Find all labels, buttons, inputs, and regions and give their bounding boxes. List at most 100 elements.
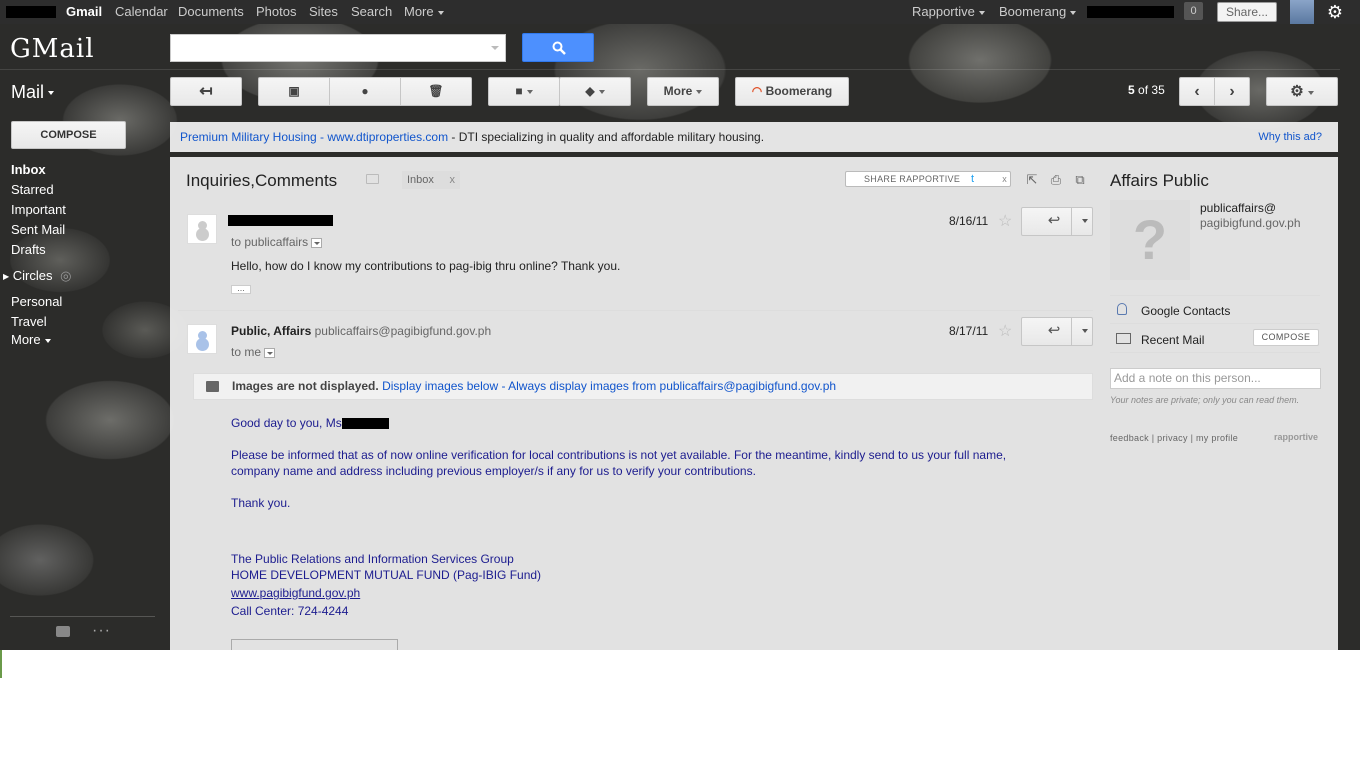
share-button[interactable]: Share... [1217,2,1277,22]
redacted-sender-name [228,215,333,226]
settings-button[interactable]: ⚙ [1266,77,1338,106]
inbox-label-chip[interactable]: Inbox x [402,171,460,189]
sidebar-item-sent-mail[interactable]: Sent Mail [11,222,65,237]
show-trimmed-content-button[interactable]: ... [231,284,251,294]
sidebar-item-personal[interactable]: Personal [11,294,62,309]
image-icon [206,381,219,392]
chevron-down-icon [1070,10,1077,15]
contact-note-input[interactable]: Add a note on this person... [1110,368,1321,389]
sidebar-item-more[interactable]: More [11,332,51,347]
topbar-calendar-link[interactable]: Calendar [115,4,168,19]
move-to-button[interactable]: ■ [488,77,560,106]
labels-button[interactable]: ◆ [559,77,631,106]
notification-count-badge[interactable]: 0 [1184,2,1203,20]
sender-avatar [187,214,217,244]
newer-button[interactable]: ‹ [1179,77,1215,106]
options-gear-icon[interactable]: ⚙ [1324,2,1346,22]
chevron-down-icon [1307,90,1314,95]
more-options-icon[interactable]: ··· [92,622,111,640]
redacted-recipient-name [341,418,389,430]
older-button[interactable]: › [1214,77,1250,106]
rapportive-compose-button[interactable]: COMPOSE [1253,329,1319,346]
circles-label: Circles [12,268,53,283]
topbar-more-menu[interactable]: More [404,4,444,19]
delete-button[interactable]: 🗑 [400,77,472,106]
sender-name[interactable]: Public, Affairs [231,324,311,338]
boomerang-button-label: Boomerang [765,84,833,98]
reply-button[interactable]: ↩ [1021,207,1093,236]
back-to-inbox-button[interactable]: ↤ [170,77,242,106]
account-avatar[interactable] [1290,0,1314,24]
paging-total: 35 [1151,83,1165,97]
inbox-label-text: Inbox [407,174,434,186]
recent-mail-label[interactable]: Recent Mail [1141,333,1204,347]
topbar-sites-link[interactable]: Sites [309,4,338,19]
sidebar-item-starred[interactable]: Starred [11,182,54,197]
ad-domain-link[interactable]: www.dtiproperties.com [327,130,448,144]
share-rapportive-label: SHARE RAPPORTIVE [864,174,961,184]
sidebar-item-drafts[interactable]: Drafts [11,242,46,257]
signature-website-link[interactable]: www.pagibigfund.gov.ph [231,586,360,600]
star-icon[interactable]: ☆ [998,321,1012,341]
twitter-icon[interactable]: t [971,172,974,186]
share-rapportive-bar[interactable]: SHARE RAPPORTIVE t x [845,171,1011,187]
chevron-down-icon [696,89,703,94]
contact-email-line2[interactable]: pagibigfund.gov.ph [1200,216,1301,230]
sidebar-item-travel[interactable]: Travel [11,314,47,329]
topbar-photos-link[interactable]: Photos [256,4,296,19]
rapportive-divider [1110,352,1320,353]
more-actions-button[interactable]: More [647,77,719,106]
topbar-search-link[interactable]: Search [351,4,392,19]
label-icon[interactable] [366,174,379,184]
expand-triangle-icon: ▶ [3,272,10,282]
topbar-boomerang-menu[interactable]: Boomerang [999,4,1077,19]
topbar-documents-link[interactable]: Documents [178,4,244,19]
show-details-dropdown-icon[interactable] [311,237,323,248]
print-icon[interactable]: ⎙ [1048,173,1064,187]
more-actions-label: More [663,84,693,98]
topbar-rapportive-menu[interactable]: Rapportive [912,4,985,19]
display-images-below-link[interactable]: Display images below [382,379,498,393]
boomerang-logo-icon: ◠ [751,84,763,98]
new-window-icon[interactable]: ⧉ [1072,173,1088,187]
ad-title-link[interactable]: Premium Military Housing [180,130,317,144]
more-reply-options-icon[interactable] [1082,219,1088,223]
contact-name: Affairs Public [1110,171,1209,190]
sidebar-item-important[interactable]: Important [11,202,66,217]
archive-button[interactable]: ▣ [258,77,330,106]
star-icon[interactable]: ☆ [998,211,1012,231]
why-this-ad-link[interactable]: Why this ad? [1258,122,1322,152]
google-contacts-label[interactable]: Google Contacts [1141,304,1230,318]
chat-icon[interactable] [56,626,70,637]
mail-switcher[interactable]: Mail [11,82,55,103]
remove-label-icon[interactable]: x [450,171,456,189]
topbar-gmail-link[interactable]: Gmail [66,4,102,19]
rapportive-divider [1110,323,1320,324]
search-button[interactable] [522,33,594,62]
reply-button-divider [1071,208,1072,235]
rapportive-footer-links[interactable]: feedback | privacy | my profile [1110,433,1238,443]
show-details-dropdown-icon[interactable] [264,347,276,358]
boomerang-button[interactable]: ◠ Boomerang [735,77,849,106]
reply-button[interactable]: ↩ [1021,317,1093,346]
body-paragraph-line1: Please be informed that as of now online… [231,448,1007,462]
expand-all-icon[interactable]: ⇱ [1024,173,1040,187]
sidebar-more-label: More [11,332,41,347]
sidebar-item-inbox[interactable]: Inbox [11,162,46,177]
sidebar-item-circles[interactable]: ▶ Circles ◎ [3,268,71,284]
contact-email-line1[interactable]: publicaffairs@ [1200,201,1276,215]
always-display-images-link[interactable]: Always display images from publicaffairs… [508,379,836,393]
topbar-more-label: More [404,4,434,19]
spam-icon: ● [361,84,369,98]
search-input[interactable] [170,34,506,62]
gear-icon: ⚙ [1290,83,1304,100]
report-spam-button[interactable]: ● [329,77,401,106]
search-options-dropdown-icon[interactable] [491,46,499,50]
paging-indicator: 5 of 35 [1128,83,1165,97]
chevron-down-icon [44,338,51,343]
compose-button[interactable]: COMPOSE [11,121,126,149]
close-share-icon[interactable]: x [1002,172,1007,186]
gmail-logo[interactable]: GMail [10,34,95,64]
more-reply-options-icon[interactable] [1082,329,1088,333]
chevron-left-icon: ‹ [1194,83,1200,100]
